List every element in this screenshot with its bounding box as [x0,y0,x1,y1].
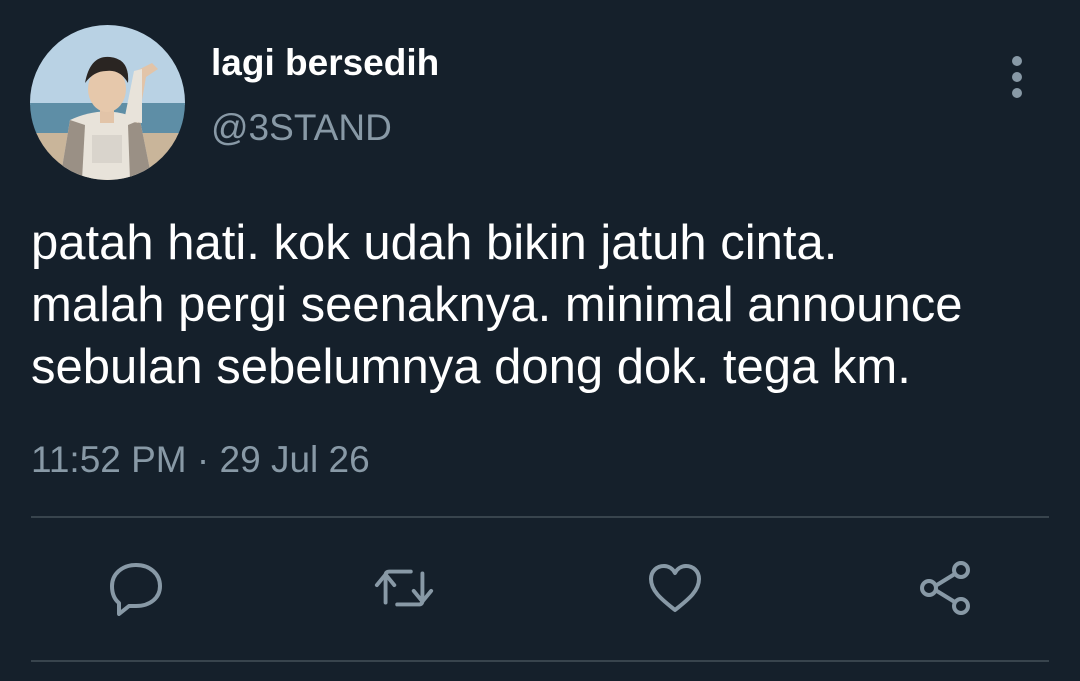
heart-icon [649,564,701,612]
tweet-text-line: patah hati. kok udah bikin jatuh cinta. [31,216,838,270]
retweet-icon [374,569,434,607]
reply-button[interactable] [104,556,168,620]
divider [31,660,1049,662]
more-dot [1012,72,1022,82]
reply-icon [110,563,162,616]
display-name[interactable]: lagi bersedih [211,41,439,85]
more-options-icon[interactable] [1000,52,1034,102]
share-icon [920,561,970,615]
divider [31,516,1049,518]
avatar[interactable] [30,25,185,180]
timestamp-separator: · [196,439,210,480]
like-button[interactable] [643,556,707,620]
tweet-date: 29 Jul 26 [219,439,370,480]
tweet-time: 11:52 PM [31,439,187,480]
avatar-photo [30,25,185,180]
retweet-button[interactable] [372,556,436,620]
tweet-text: patah hati. kok udah bikin jatuh cinta. … [31,212,1071,398]
user-handle[interactable]: @3STAND [211,106,392,150]
action-bar [0,556,1080,620]
more-dot [1012,88,1022,98]
tweet-timestamp[interactable]: 11:52 PM · 29 Jul 26 [31,438,370,482]
tweet-text-line: malah pergi seenaknya. minimal announce [31,278,963,332]
tweet-text-line: sebulan sebelumnya dong dok. tega km. [31,340,911,394]
share-button[interactable] [913,556,977,620]
more-dot [1012,56,1022,66]
